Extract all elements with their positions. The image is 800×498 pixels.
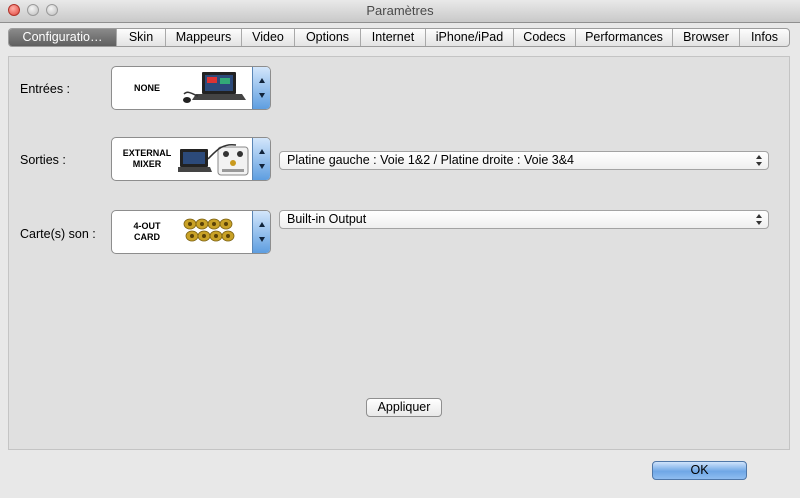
carte-son-output-value: Built-in Output — [287, 212, 367, 226]
stepper-down-icon[interactable] — [259, 93, 265, 98]
carte-son-stepper[interactable] — [252, 211, 270, 253]
sorties-routing-value: Platine gauche : Voie 1&2 / Platine droi… — [287, 153, 575, 167]
tab-video[interactable]: Video — [242, 29, 295, 46]
stepper-down-icon[interactable] — [259, 237, 265, 242]
entrees-device-name: NONE — [133, 82, 160, 93]
apply-button[interactable]: Appliquer — [366, 398, 442, 417]
tab-mappeurs[interactable]: Mappeurs — [166, 29, 242, 46]
tab-browser[interactable]: Browser — [673, 29, 740, 46]
carte-son-output-select[interactable]: Built-in Output — [279, 210, 769, 229]
sorties-routing-select[interactable]: Platine gauche : Voie 1&2 / Platine droi… — [279, 151, 769, 170]
entrees-label: Entrées : — [20, 82, 71, 96]
rca-connectors-icon — [183, 218, 235, 242]
tab-infos[interactable]: Infos — [740, 29, 789, 46]
sorties-device-selector[interactable]: EXTERNAL MIXER — [111, 137, 271, 181]
tab-internet[interactable]: Internet — [361, 29, 426, 46]
tab-codecs[interactable]: Codecs — [514, 29, 576, 46]
laptop-with-mouse-icon — [183, 72, 246, 103]
tab-iphone-ipad[interactable]: iPhone/iPad — [426, 29, 514, 46]
stepper-up-icon[interactable] — [259, 222, 265, 227]
carte-son-device-name: 4-OUT CARD — [133, 221, 161, 242]
title-bar: Paramètres — [0, 0, 800, 23]
entrees-device-selector[interactable]: NONE — [111, 66, 271, 110]
ok-button[interactable]: OK — [652, 461, 747, 480]
carte-son-device-selector[interactable]: 4-OUT CARD — [111, 210, 271, 254]
sorties-device-name: EXTERNAL MIXER — [122, 148, 172, 169]
tab-performances[interactable]: Performances — [576, 29, 673, 46]
tab-bar: Configuratio… Skin Mappeurs Video Option… — [8, 28, 790, 47]
stepper-down-icon[interactable] — [259, 164, 265, 169]
stepper-up-icon[interactable] — [259, 78, 265, 83]
popup-arrows-icon — [756, 214, 762, 225]
tab-options[interactable]: Options — [295, 29, 361, 46]
tab-skin[interactable]: Skin — [117, 29, 166, 46]
laptop-mixer-icon — [178, 143, 249, 176]
entrees-stepper[interactable] — [252, 67, 270, 109]
window-title: Paramètres — [366, 3, 434, 18]
carte-son-label: Carte(s) son : — [20, 227, 96, 241]
sorties-label: Sorties : — [20, 153, 66, 167]
stepper-up-icon[interactable] — [259, 149, 265, 154]
popup-arrows-icon — [756, 155, 762, 166]
tab-configuration[interactable]: Configuratio… — [9, 29, 117, 46]
sorties-stepper[interactable] — [252, 138, 270, 180]
